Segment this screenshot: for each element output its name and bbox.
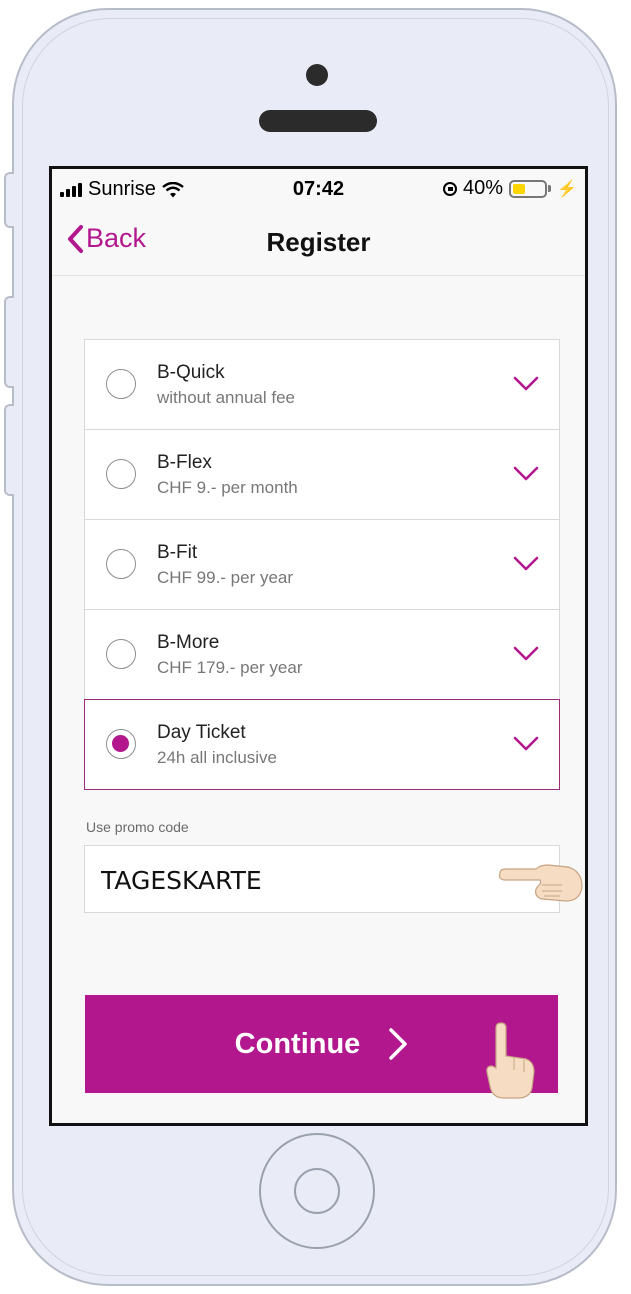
battery-icon: [509, 179, 548, 198]
phone-home-button-inner: [294, 1168, 340, 1214]
battery-percent: 40%: [463, 177, 504, 199]
radio-button[interactable]: [106, 729, 136, 759]
phone-speaker: [259, 110, 377, 132]
plan-option[interactable]: B-Quick without annual fee: [85, 340, 559, 430]
plan-name: B-Fit: [157, 542, 198, 563]
plan-name: B-More: [157, 632, 220, 653]
app-screen: Sunrise 07:42 40% ⚡ Back Register B-Quic…: [49, 166, 588, 1126]
chevron-right-icon: [389, 1028, 408, 1060]
plan-name: B-Flex: [157, 452, 212, 473]
status-bar: Sunrise 07:42 40% ⚡: [52, 169, 585, 209]
plan-name: B-Quick: [157, 362, 225, 383]
chevron-down-icon[interactable]: [513, 466, 539, 482]
plan-description: CHF 99.- per year: [157, 568, 294, 587]
plan-option[interactable]: B-Flex CHF 9.- per month: [85, 430, 559, 520]
radio-button[interactable]: [106, 639, 136, 669]
pointing-hand-icon: [498, 864, 583, 902]
plan-name: Day Ticket: [157, 722, 246, 743]
chevron-down-icon[interactable]: [513, 376, 539, 392]
promo-code-field: [84, 845, 560, 913]
phone-volume-up: [4, 296, 14, 388]
radio-button[interactable]: [106, 549, 136, 579]
radio-button[interactable]: [106, 459, 136, 489]
plan-description: without annual fee: [157, 388, 295, 407]
plan-description: CHF 179.- per year: [157, 658, 303, 677]
continue-label: Continue: [234, 1027, 361, 1060]
phone-volume-down: [4, 404, 14, 496]
charging-bolt-icon: ⚡: [557, 180, 577, 198]
plan-list: B-Quick without annual fee B-Flex CHF 9.…: [84, 339, 560, 790]
plan-option[interactable]: Day Ticket 24h all inclusive: [84, 699, 560, 790]
chevron-down-icon[interactable]: [513, 736, 539, 752]
chevron-down-icon[interactable]: [513, 646, 539, 662]
page-title: Register: [266, 227, 371, 257]
promo-code-input[interactable]: [99, 856, 483, 904]
plan-description: 24h all inclusive: [157, 748, 278, 767]
navigation-bar: Back Register: [52, 209, 585, 276]
chevron-down-icon[interactable]: [513, 556, 539, 572]
battery-level-fill: [513, 183, 526, 194]
promo-code-label: Use promo code: [86, 819, 189, 835]
tapping-hand-icon: [486, 1022, 535, 1099]
phone-mute-switch: [4, 172, 14, 228]
phone-camera: [306, 64, 328, 86]
plan-description: CHF 9.- per month: [157, 478, 298, 497]
radio-button[interactable]: [106, 369, 136, 399]
plan-option[interactable]: B-Fit CHF 99.- per year: [85, 520, 559, 610]
plan-option[interactable]: B-More CHF 179.- per year: [85, 610, 559, 700]
orientation-lock-icon: [443, 181, 458, 196]
